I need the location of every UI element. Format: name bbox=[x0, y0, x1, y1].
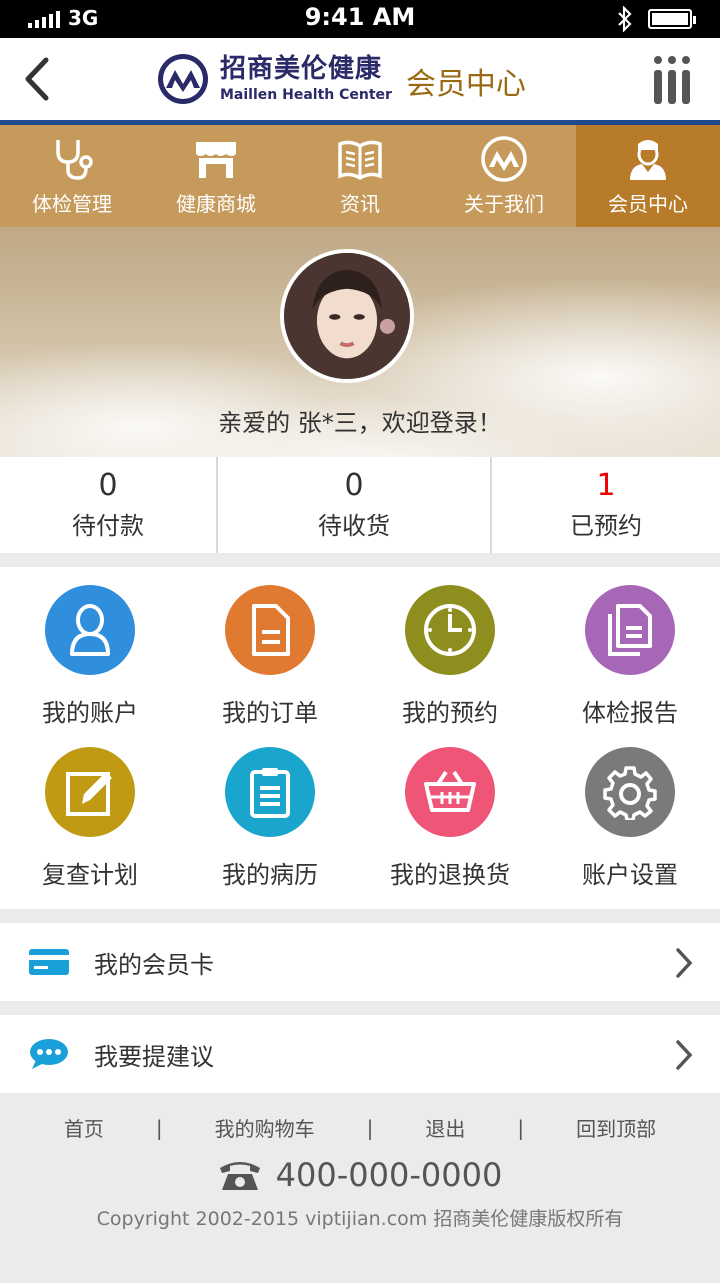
grid-item-reports[interactable]: 体检报告 bbox=[540, 585, 720, 747]
stat-count: 1 bbox=[596, 468, 616, 503]
page-footer: 首页 | 我的购物车 | 退出 | 回到顶部 400-000-0000 Copy… bbox=[0, 1093, 720, 1283]
grid-label: 复查计划 bbox=[42, 861, 138, 889]
brand-name-cn: 招商美伦健康 bbox=[220, 54, 383, 84]
nav-label: 体检管理 bbox=[32, 191, 112, 216]
stat-count: 0 bbox=[344, 468, 364, 503]
app-header: 招商美伦健康 Maillen Health Center 会员中心 bbox=[0, 38, 720, 120]
nav-item-checkup[interactable]: 体检管理 bbox=[0, 125, 144, 227]
grid-circle bbox=[45, 585, 135, 675]
grid-label: 我的账户 bbox=[42, 699, 138, 727]
clock: 9:41 AM bbox=[304, 3, 416, 31]
battery-icon bbox=[648, 9, 696, 29]
grid-item-medical-records[interactable]: 我的病历 bbox=[180, 747, 360, 909]
doctor-icon bbox=[630, 139, 666, 180]
profile-banner: 亲爱的 张*三，欢迎登录！ bbox=[0, 227, 720, 457]
footer-link-top[interactable]: 回到顶部 bbox=[576, 1113, 656, 1142]
clipboard-icon bbox=[250, 768, 290, 818]
gear-icon bbox=[603, 766, 657, 820]
basket-icon bbox=[424, 770, 476, 812]
brand: 招商美伦健康 Maillen Health Center 会员中心 bbox=[156, 52, 526, 106]
nav-label: 会员中心 bbox=[608, 191, 688, 216]
welcome-text: 亲爱的 张*三，欢迎登录！ bbox=[218, 409, 502, 437]
footer-link-home[interactable]: 首页 bbox=[64, 1113, 104, 1142]
report-icon bbox=[608, 604, 652, 656]
logo-icon bbox=[481, 135, 527, 182]
stat-label: 已预约 bbox=[570, 512, 642, 540]
brand-name-en: Maillen Health Center bbox=[220, 87, 392, 103]
status-bar: 3G 9:41 AM bbox=[0, 0, 720, 38]
footer-separator: | bbox=[517, 1115, 525, 1140]
grid-label: 我的预约 bbox=[402, 699, 498, 727]
stat-booked[interactable]: 1 已预约 bbox=[492, 457, 720, 553]
copyright: Copyright 2002-2015 viptijian.com 招商美伦健康… bbox=[96, 1208, 624, 1230]
chevron-right-icon bbox=[676, 1040, 693, 1070]
nav-item-shop[interactable]: 健康商城 bbox=[144, 125, 288, 227]
grid-item-settings[interactable]: 账户设置 bbox=[540, 747, 720, 909]
row-label: 我的会员卡 bbox=[94, 950, 214, 979]
avatar-portrait bbox=[284, 253, 410, 379]
chat-icon bbox=[30, 1039, 68, 1069]
avatar[interactable] bbox=[280, 249, 414, 383]
grid-item-recheck-plan[interactable]: 复查计划 bbox=[0, 747, 180, 909]
stethoscope-icon bbox=[56, 139, 93, 180]
nav-item-member[interactable]: 会员中心 bbox=[576, 125, 720, 227]
nav-item-about[interactable]: 关于我们 bbox=[432, 125, 576, 227]
logo-icon bbox=[158, 54, 208, 104]
bluetooth-icon bbox=[618, 6, 632, 32]
footer-links: 首页 | 我的购物车 | 退出 | 回到顶部 bbox=[0, 1093, 720, 1142]
footer-link-cart[interactable]: 我的购物车 bbox=[215, 1113, 315, 1142]
grid-label: 账户设置 bbox=[582, 861, 678, 889]
stat-pending-payment[interactable]: 0 待付款 bbox=[0, 457, 218, 553]
nav-label: 资讯 bbox=[340, 191, 380, 216]
grid-label: 我的退换货 bbox=[390, 861, 510, 889]
back-icon[interactable] bbox=[18, 54, 64, 104]
stat-pending-delivery[interactable]: 0 待收货 bbox=[218, 457, 492, 553]
grid-circle bbox=[225, 747, 315, 837]
main-nav: 体检管理 健康商城 资讯 关于我们 会员中心 bbox=[0, 125, 720, 227]
phone-number: 400-000-0000 bbox=[275, 1156, 503, 1194]
store-icon bbox=[196, 141, 236, 178]
grid-label: 体检报告 bbox=[582, 699, 678, 727]
row-label: 我要提建议 bbox=[94, 1042, 214, 1071]
footer-separator: | bbox=[366, 1115, 374, 1140]
edit-icon bbox=[66, 772, 112, 816]
page-title: 会员中心 bbox=[405, 67, 526, 102]
grid-label: 我的订单 bbox=[222, 699, 318, 727]
nav-label: 关于我们 bbox=[464, 191, 544, 216]
grid-item-orders[interactable]: 我的订单 bbox=[180, 585, 360, 747]
grid-circle bbox=[585, 747, 675, 837]
grid-circle bbox=[45, 747, 135, 837]
grid-circle bbox=[225, 585, 315, 675]
footer-separator: | bbox=[155, 1115, 163, 1140]
suggestion-row[interactable]: 我要提建议 bbox=[0, 1015, 720, 1093]
phone-icon bbox=[219, 1162, 260, 1190]
stat-label: 待付款 bbox=[72, 512, 144, 540]
member-card-row[interactable]: 我的会员卡 bbox=[0, 923, 720, 1001]
grid-item-account[interactable]: 我的账户 bbox=[0, 585, 180, 747]
grid-circle bbox=[405, 747, 495, 837]
grid-item-appointments[interactable]: 我的预约 bbox=[360, 585, 540, 747]
clock-icon bbox=[424, 604, 476, 656]
grid-item-returns[interactable]: 我的退换货 bbox=[360, 747, 540, 909]
document-icon bbox=[252, 604, 290, 656]
hotline[interactable]: 400-000-0000 bbox=[0, 1156, 720, 1194]
menu-icon[interactable] bbox=[652, 54, 692, 106]
grid-label: 我的病历 bbox=[222, 861, 318, 889]
nav-item-news[interactable]: 资讯 bbox=[288, 125, 432, 227]
card-icon bbox=[29, 949, 69, 975]
user-icon bbox=[70, 604, 110, 656]
nav-label: 健康商城 bbox=[176, 191, 256, 216]
chevron-right-icon bbox=[676, 948, 693, 978]
footer-link-logout[interactable]: 退出 bbox=[425, 1113, 465, 1142]
function-grid: 我的账户 我的订单 我的预约 体检报告 复查计划 我的病历 我的退换货 账户设置 bbox=[0, 567, 720, 909]
grid-circle bbox=[405, 585, 495, 675]
book-icon bbox=[338, 140, 382, 180]
stat-label: 待收货 bbox=[318, 512, 390, 540]
stat-count: 0 bbox=[98, 468, 118, 503]
grid-circle bbox=[585, 585, 675, 675]
order-stats: 0 待付款 0 待收货 1 已预约 bbox=[0, 457, 720, 553]
